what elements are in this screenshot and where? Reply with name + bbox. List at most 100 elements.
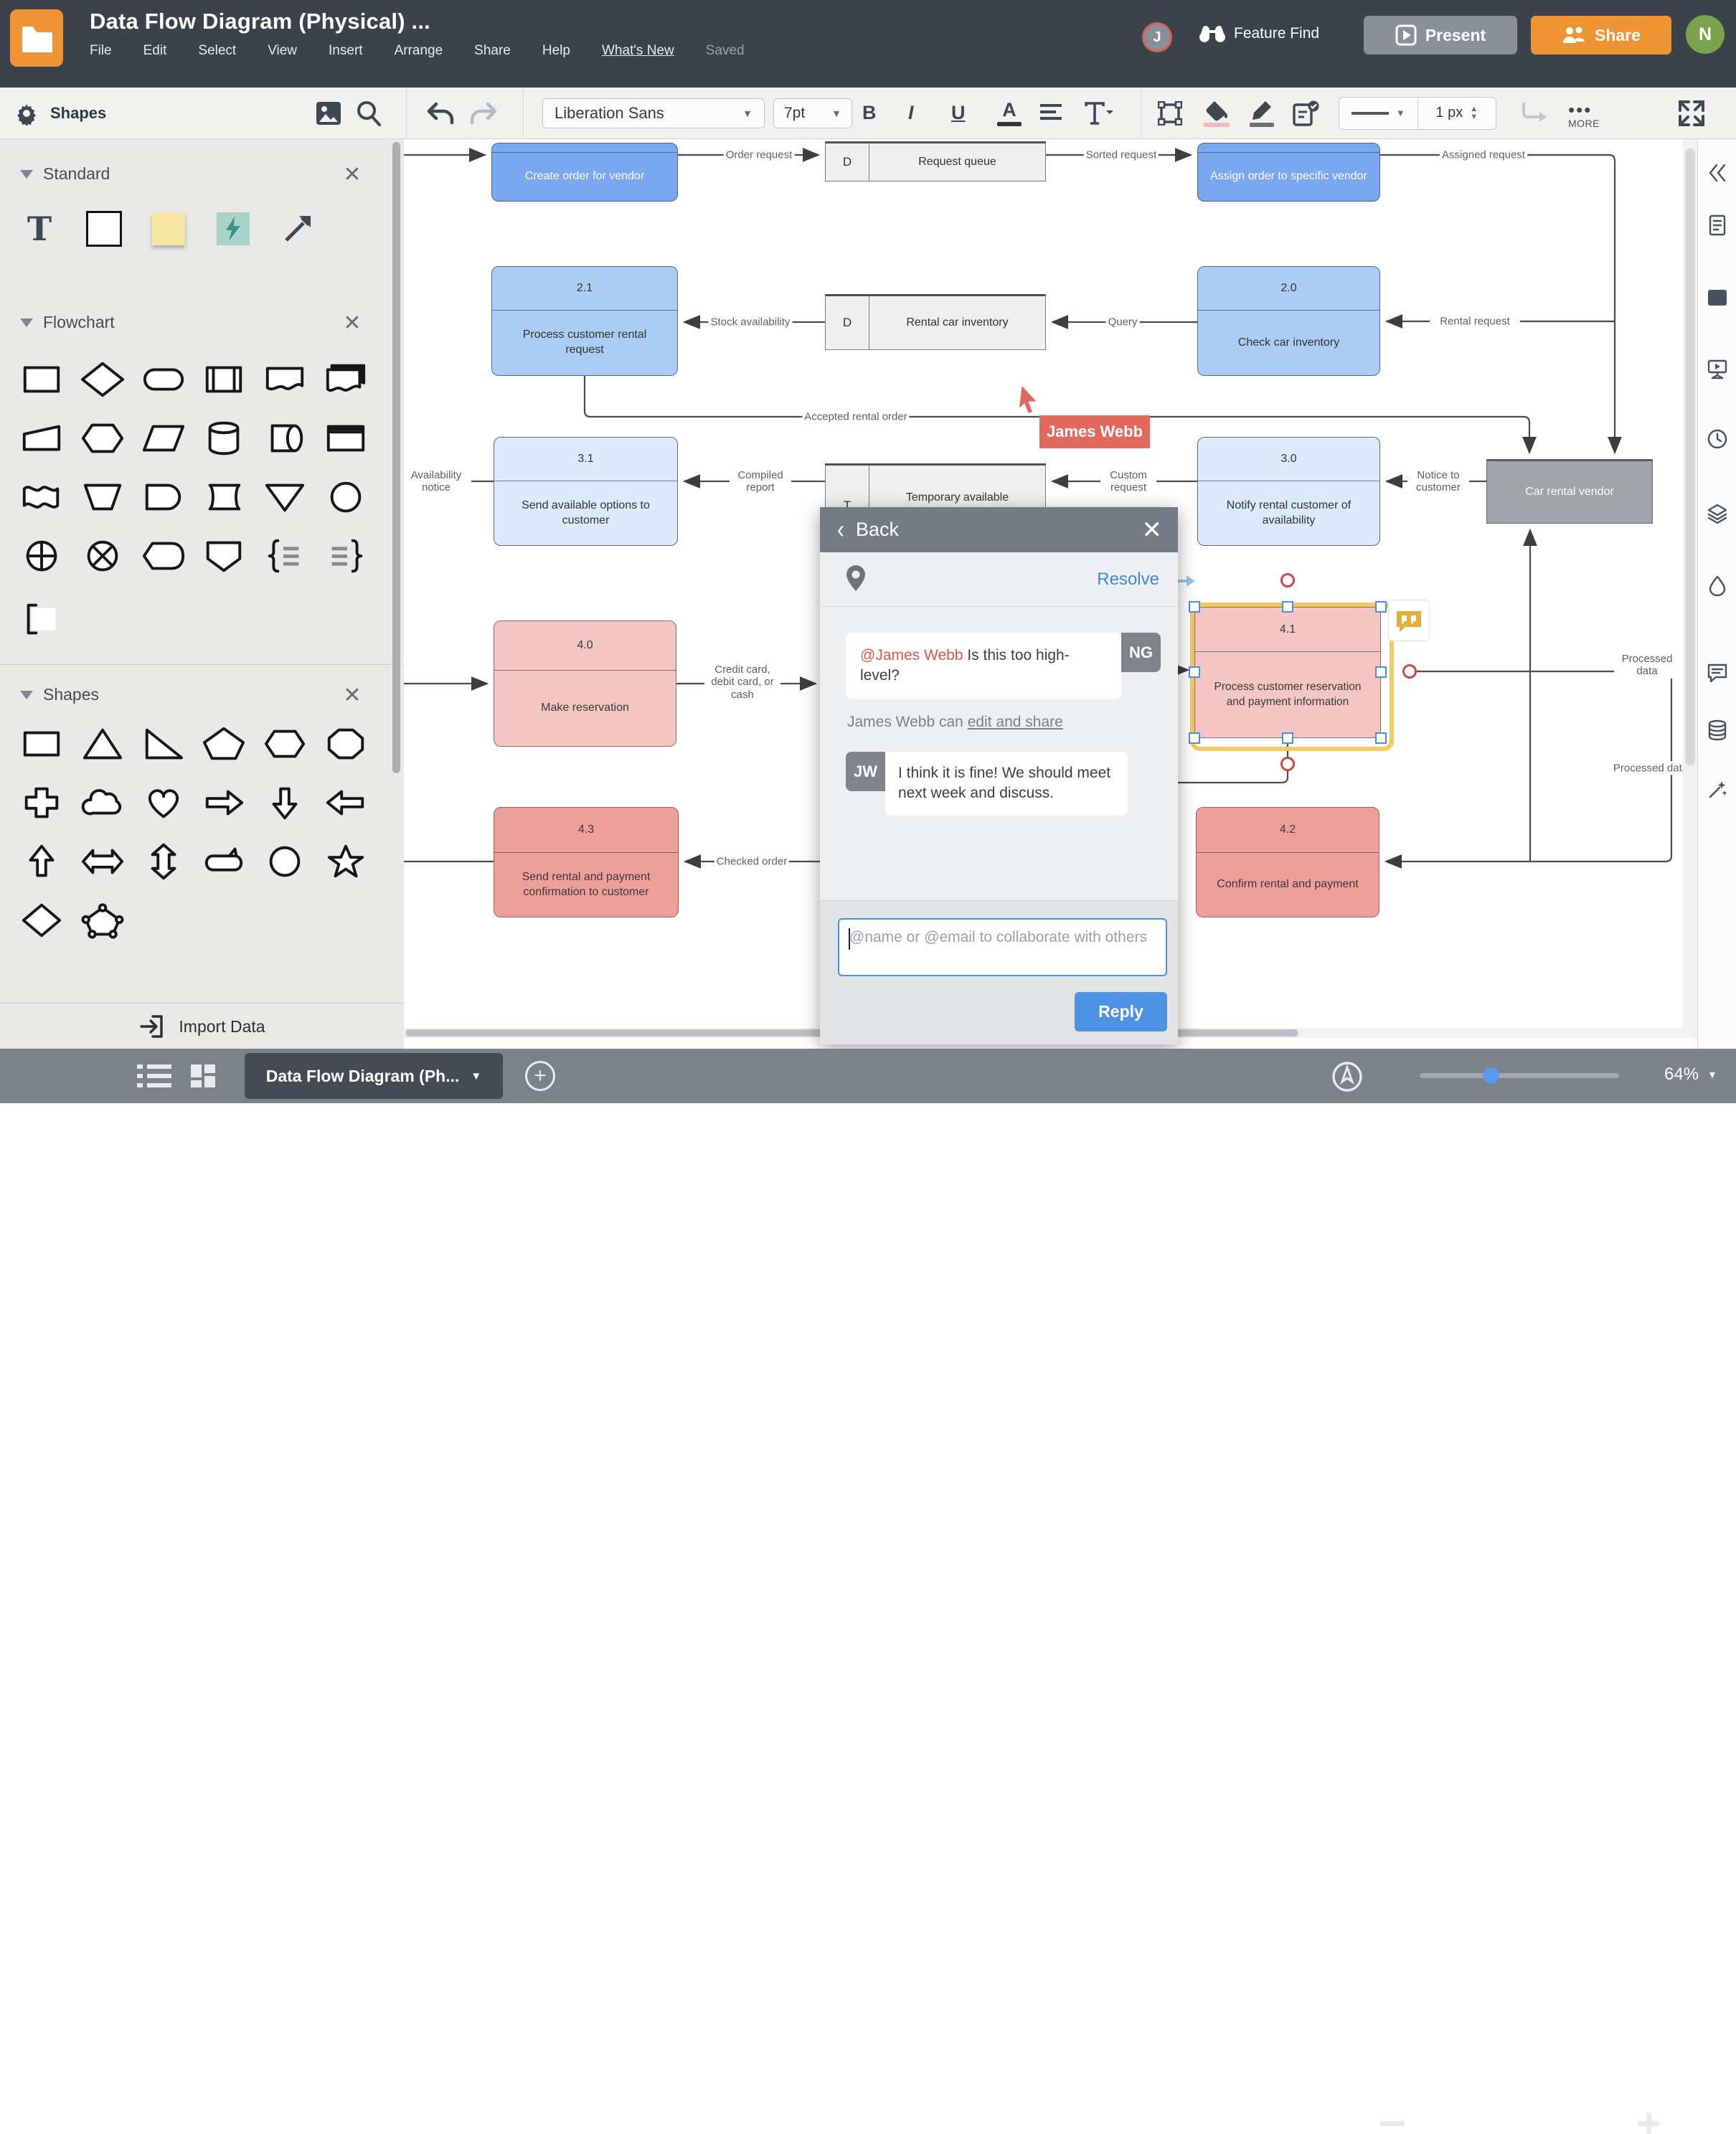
shape-brace-right[interactable] bbox=[263, 537, 307, 575]
shape-arrow-right[interactable] bbox=[202, 784, 246, 821]
close-shapes-section-icon[interactable]: ✕ bbox=[341, 685, 363, 707]
shape-cross[interactable] bbox=[19, 784, 64, 821]
resize-handle[interactable] bbox=[1189, 666, 1200, 678]
resize-handle[interactable] bbox=[1282, 601, 1293, 613]
comment-bubble[interactable]: @James Webb Is this too high-level? bbox=[846, 633, 1121, 699]
redo-icon[interactable] bbox=[468, 88, 498, 138]
line-color-button[interactable] bbox=[1250, 88, 1274, 138]
page-grid-icon[interactable] bbox=[191, 1064, 215, 1091]
zoom-out-button[interactable] bbox=[1380, 2121, 1405, 2126]
menu-whats-new[interactable]: What's New bbox=[602, 43, 674, 59]
text-color-button[interactable]: A bbox=[997, 88, 1022, 138]
shape-connector[interactable] bbox=[324, 478, 368, 516]
shape-diamond[interactable] bbox=[19, 902, 64, 939]
comments-badge-icon[interactable] bbox=[1706, 287, 1729, 310]
shape-sticky-note[interactable] bbox=[146, 210, 191, 247]
shape-data[interactable] bbox=[141, 420, 186, 457]
shape-process[interactable] bbox=[19, 361, 64, 398]
menu-edit[interactable]: Edit bbox=[143, 43, 167, 59]
close-panel-icon[interactable]: ✕ bbox=[1142, 516, 1163, 544]
shape-manual-operation[interactable] bbox=[80, 478, 125, 516]
layers-icon[interactable] bbox=[1706, 502, 1729, 525]
collapse-triangle-icon[interactable] bbox=[20, 318, 33, 327]
connector-style-icon[interactable] bbox=[1521, 88, 1549, 138]
process-3-1[interactable]: 3.1 Send available options to customer bbox=[494, 437, 678, 546]
resize-handle[interactable] bbox=[1282, 732, 1293, 744]
shape-hotspot[interactable] bbox=[211, 210, 255, 247]
menu-insert[interactable]: Insert bbox=[329, 43, 363, 59]
search-icon[interactable] bbox=[354, 88, 383, 138]
back-button[interactable]: ‹ Back bbox=[837, 516, 899, 542]
edge-label[interactable]: Sorted request bbox=[1083, 148, 1159, 162]
shape-manual-input[interactable] bbox=[19, 420, 64, 457]
shape-brace-left[interactable] bbox=[324, 537, 368, 575]
chat-icon[interactable] bbox=[1706, 661, 1729, 684]
present-button[interactable]: Present bbox=[1364, 16, 1517, 55]
reply-button[interactable]: Reply bbox=[1075, 992, 1167, 1031]
shape-off-page-connector[interactable] bbox=[202, 537, 246, 575]
menu-arrange[interactable]: Arrange bbox=[395, 43, 443, 59]
shape-triangle[interactable] bbox=[80, 725, 125, 763]
import-data-button[interactable]: Import Data bbox=[0, 1003, 404, 1049]
shape-octagon[interactable] bbox=[324, 725, 368, 763]
edge-label[interactable]: Processed data bbox=[1602, 761, 1683, 775]
shape-polygon[interactable] bbox=[80, 902, 125, 939]
edge-label[interactable]: Custom request bbox=[1100, 468, 1156, 495]
feature-find-button[interactable]: Feature Find bbox=[1199, 24, 1319, 43]
shape-direct-access-storage[interactable] bbox=[263, 420, 307, 457]
undo-icon[interactable] bbox=[426, 88, 456, 138]
shape-display[interactable] bbox=[141, 537, 186, 575]
shape-multiple-documents[interactable] bbox=[324, 361, 368, 398]
connection-endpoint[interactable] bbox=[1402, 664, 1417, 679]
shape-hexagon[interactable] bbox=[263, 725, 307, 763]
datastore-rental-car-inventory[interactable]: D Rental car inventory bbox=[825, 294, 1046, 350]
shape-preparation[interactable] bbox=[80, 420, 125, 457]
presentation-icon[interactable] bbox=[1706, 357, 1729, 380]
shapes-panel-gear-icon[interactable] bbox=[14, 101, 39, 126]
shape-bracket[interactable] bbox=[19, 600, 64, 638]
resize-handle[interactable] bbox=[1375, 666, 1387, 678]
reply-bubble[interactable]: I think it is fine! We should meet next … bbox=[885, 752, 1128, 816]
shape-arrow-left-right[interactable] bbox=[80, 843, 125, 880]
font-family-select[interactable]: Liberation Sans ▼ bbox=[542, 98, 765, 128]
menu-select[interactable]: Select bbox=[198, 43, 236, 59]
underline-button[interactable]: U bbox=[951, 88, 966, 138]
zoom-slider[interactable] bbox=[1420, 1067, 1619, 1084]
close-standard-section-icon[interactable]: ✕ bbox=[341, 164, 363, 186]
shape-merge[interactable] bbox=[263, 478, 307, 516]
insert-image-icon[interactable] bbox=[316, 88, 341, 138]
history-clock-icon[interactable] bbox=[1706, 428, 1729, 450]
line-style-select[interactable]: ▼ bbox=[1339, 97, 1418, 129]
comment-input[interactable]: @name or @email to collaborate with othe… bbox=[838, 918, 1167, 976]
shapes-panel-label[interactable]: Shapes bbox=[50, 104, 106, 123]
edge-label[interactable]: Order request bbox=[723, 148, 795, 162]
collapse-triangle-icon[interactable] bbox=[20, 169, 33, 179]
edge-label[interactable]: Checked order bbox=[714, 854, 790, 869]
collaborator-avatar-j[interactable]: J bbox=[1142, 22, 1172, 52]
shape-internal-storage[interactable] bbox=[324, 420, 368, 457]
shape-paper-tape[interactable] bbox=[19, 478, 64, 516]
process-2-0[interactable]: 2.0 Check car inventory bbox=[1197, 266, 1380, 376]
document-title[interactable]: Data Flow Diagram (Physical) ... bbox=[90, 9, 430, 34]
shape-database[interactable] bbox=[202, 420, 246, 457]
edge-label[interactable]: Accepted rental order bbox=[802, 410, 910, 424]
fit-to-screen-icon[interactable] bbox=[1331, 1061, 1363, 1096]
zoom-in-button-v[interactable] bbox=[1646, 2112, 1651, 2134]
share-button[interactable]: Share bbox=[1531, 16, 1671, 55]
zoom-level-select[interactable]: 64% ▼ bbox=[1664, 1064, 1717, 1085]
shape-heart[interactable] bbox=[141, 784, 186, 821]
shape-callout[interactable] bbox=[202, 843, 246, 880]
shape-rectangle-blank[interactable] bbox=[82, 210, 126, 247]
lucidchart-logo-icon[interactable] bbox=[10, 9, 63, 67]
line-style-widget[interactable]: ▼ 1 px ▲ ▼ bbox=[1339, 96, 1496, 130]
close-flowchart-section-icon[interactable]: ✕ bbox=[341, 313, 363, 334]
edge-label[interactable]: Query bbox=[1105, 315, 1140, 329]
page-tab[interactable]: Data Flow Diagram (Ph... ▼ bbox=[245, 1053, 503, 1099]
fullscreen-icon[interactable] bbox=[1679, 88, 1704, 138]
shape-cloud[interactable] bbox=[80, 784, 125, 821]
menu-file[interactable]: File bbox=[90, 43, 112, 59]
text-options-icon[interactable] bbox=[1085, 88, 1113, 138]
edge-label[interactable]: Processed data bbox=[1614, 651, 1680, 679]
theme-drop-icon[interactable] bbox=[1706, 574, 1729, 597]
datastore-request-queue[interactable]: D Request queue bbox=[825, 141, 1046, 181]
